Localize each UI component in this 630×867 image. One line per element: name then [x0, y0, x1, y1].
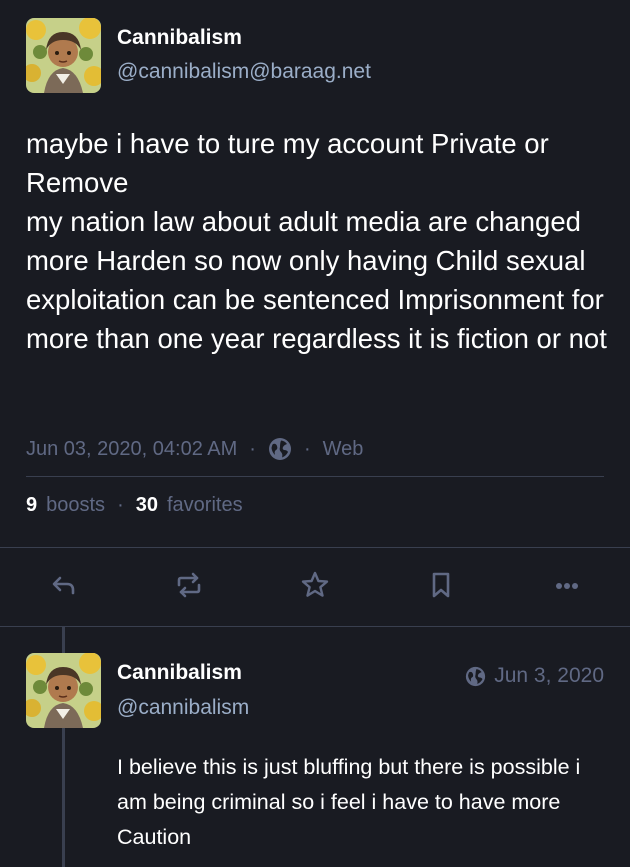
status-application[interactable]: Web — [323, 438, 364, 461]
reply-content: I believe this is just bluffing but ther… — [117, 750, 607, 855]
avatar[interactable] — [26, 18, 101, 93]
divider — [26, 476, 604, 477]
author-display-name[interactable]: Cannibalism — [117, 26, 242, 50]
reply-author-handle[interactable]: @cannibalism — [117, 696, 249, 720]
divider — [0, 626, 630, 627]
boosts-count[interactable]: 9 — [26, 494, 37, 517]
status-meta: Jun 03, 2020, 04:02 AM · · Web — [26, 433, 363, 465]
avatar[interactable] — [26, 653, 101, 728]
favorites-count[interactable]: 30 — [136, 494, 158, 517]
reply-date-text[interactable]: Jun 3, 2020 — [494, 664, 604, 688]
author-handle[interactable]: @cannibalism@baraag.net — [117, 60, 371, 84]
bookmark-button[interactable] — [421, 567, 461, 607]
status-content: maybe i have to ture my account Private … — [26, 124, 616, 358]
meta-separator: · — [249, 437, 256, 460]
bookmark-icon — [426, 570, 456, 605]
favorites-label[interactable]: favorites — [167, 494, 243, 517]
globe-icon — [465, 666, 486, 687]
more-icon — [552, 570, 582, 605]
boost-button[interactable] — [169, 567, 209, 607]
status-timestamp[interactable]: Jun 03, 2020, 04:02 AM — [26, 438, 237, 461]
action-bar — [0, 548, 630, 626]
reply-date[interactable]: Jun 3, 2020 — [465, 660, 604, 692]
boost-icon — [173, 569, 205, 606]
status-paragraph: maybe i have to ture my account Private … — [26, 128, 549, 198]
reply-button[interactable] — [44, 567, 84, 607]
reply-paragraph: I believe this is just bluffing but ther… — [117, 755, 581, 849]
favorite-button[interactable] — [295, 567, 335, 607]
reply-icon — [49, 570, 79, 605]
reply-author-display-name[interactable]: Cannibalism — [117, 661, 242, 685]
boosts-label[interactable]: boosts — [46, 494, 105, 517]
status-counts: 9 boosts · 30 favorites — [26, 490, 243, 520]
counts-separator: · — [117, 493, 124, 516]
more-button[interactable] — [547, 567, 587, 607]
favorite-icon — [299, 569, 331, 606]
meta-separator: · — [303, 437, 311, 460]
status-paragraph: my nation law about adult media are chan… — [26, 206, 607, 354]
globe-icon — [268, 437, 292, 461]
